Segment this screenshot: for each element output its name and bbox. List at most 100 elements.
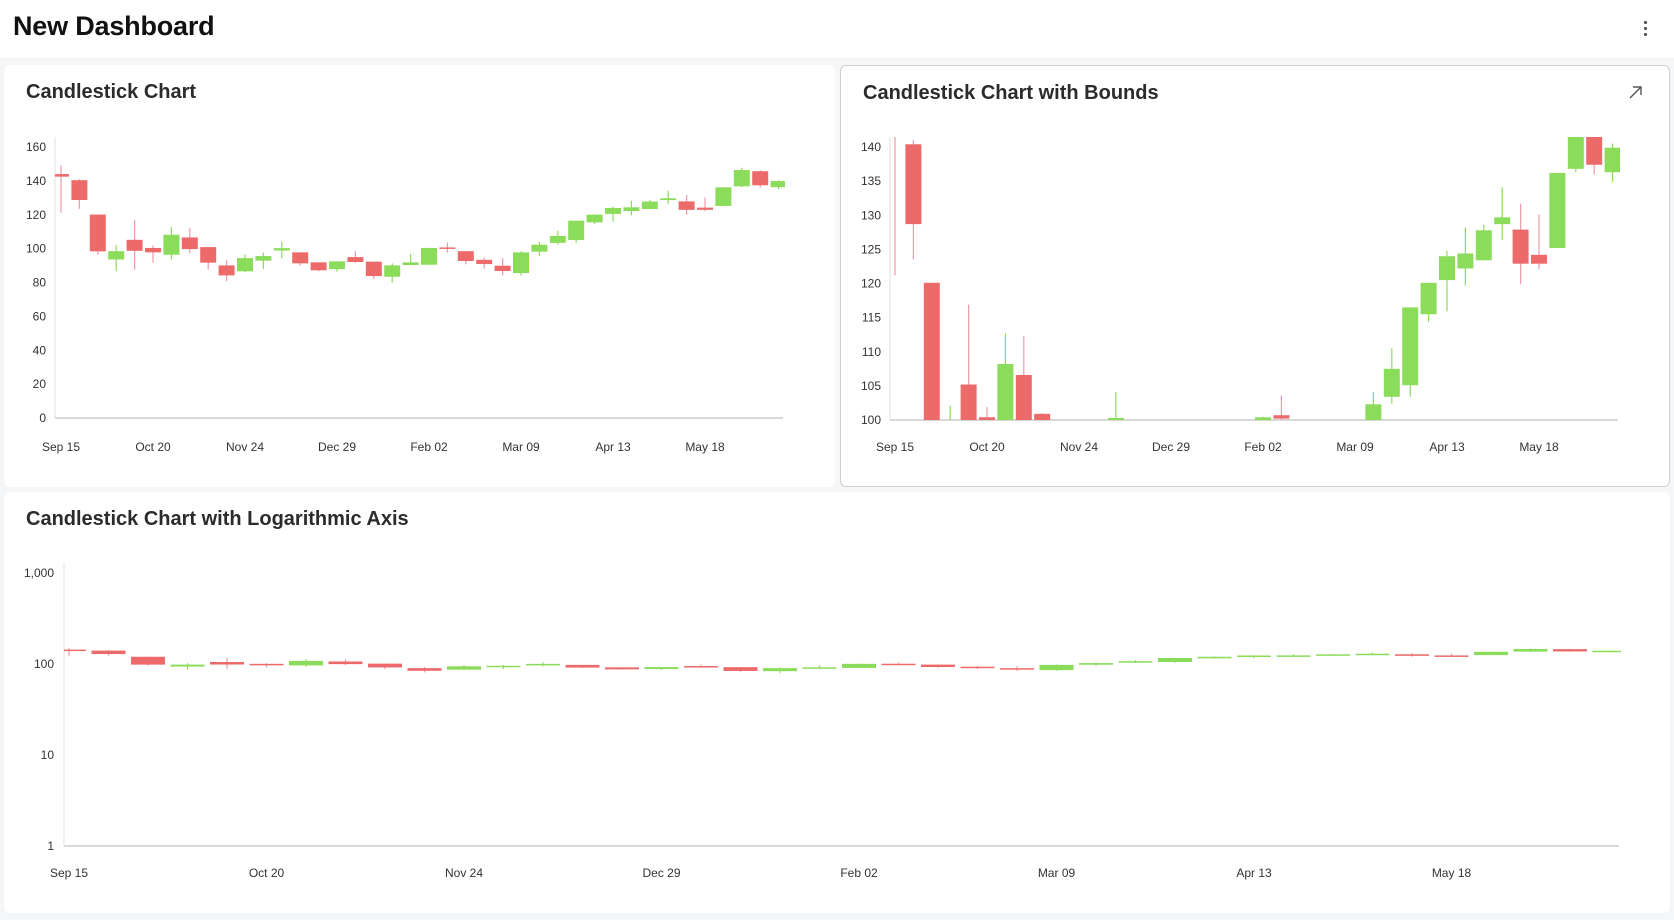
- candle-body: [368, 663, 402, 668]
- candle: [1079, 662, 1113, 666]
- candle-body: [1218, 488, 1234, 534]
- x-tick-label: May 18: [685, 440, 725, 454]
- candle-body: [1434, 655, 1469, 657]
- candle: [605, 206, 621, 222]
- candle-body: [1512, 229, 1529, 264]
- x-tick-label: Oct 20: [135, 440, 171, 454]
- x-tick-label: Apr 13: [595, 440, 631, 454]
- candle: [476, 257, 493, 269]
- candle: [565, 664, 600, 669]
- candle-body: [273, 248, 290, 251]
- candle-body: [1355, 653, 1390, 656]
- y-tick-label: 160: [26, 140, 46, 154]
- x-tick-label: Apr 13: [1236, 866, 1272, 880]
- candle: [960, 666, 995, 670]
- candle-body: [526, 663, 560, 666]
- candle-body: [923, 282, 940, 420]
- candle-body: [347, 257, 364, 263]
- candle-body: [623, 207, 640, 212]
- candle-body: [1567, 137, 1584, 169]
- x-tick-label: Nov 24: [445, 866, 483, 880]
- candle: [1200, 473, 1216, 544]
- candle: [715, 187, 732, 206]
- chart-2: 1 10 100 1,000 Sep 15 Oct 20 Nov 24 Dec 29 Feb 0…: [24, 563, 1621, 880]
- candle-body: [163, 234, 180, 255]
- candle-body: [494, 265, 511, 271]
- candle-body: [439, 247, 456, 249]
- candle-body: [1457, 253, 1474, 269]
- candle-body: [181, 237, 198, 250]
- candle: [89, 214, 106, 256]
- candle: [568, 220, 585, 243]
- candle-body: [881, 663, 916, 666]
- candle: [71, 179, 88, 209]
- candle: [923, 282, 940, 420]
- x-tick-label: May 18: [1432, 866, 1472, 880]
- candle-body: [887, 120, 903, 130]
- candle: [170, 663, 205, 670]
- candle-body: [200, 247, 217, 263]
- candle-body: [402, 262, 419, 266]
- candle-body: [586, 214, 603, 223]
- candle: [218, 260, 235, 282]
- y-tick-label: 40: [33, 343, 47, 357]
- candle: [881, 662, 916, 666]
- x-tick-label: Sep 15: [876, 440, 914, 454]
- candle-body: [1237, 475, 1253, 486]
- candle-body: [1039, 664, 1074, 671]
- candle-body: [605, 667, 639, 670]
- candle: [733, 167, 750, 188]
- candle-body: [1420, 282, 1437, 315]
- candle-body: [145, 247, 161, 253]
- y-tick-label: 105: [861, 379, 881, 393]
- candle-body: [1145, 475, 1161, 507]
- candle-body: [752, 171, 769, 186]
- candle: [289, 659, 323, 667]
- candle: [697, 197, 713, 212]
- candle: [1107, 392, 1124, 420]
- candle: [126, 220, 143, 270]
- candle: [1015, 336, 1032, 420]
- candle-body: [170, 664, 205, 667]
- x-tick-label: Oct 20: [969, 440, 1005, 454]
- candle-body: [131, 656, 165, 665]
- candle-body: [1181, 454, 1197, 474]
- y-tick-label: 110: [862, 345, 881, 359]
- candle: [1513, 648, 1548, 652]
- candle-body: [421, 247, 437, 265]
- x-tick-label: Mar 09: [1038, 866, 1076, 880]
- candle: [1329, 458, 1345, 528]
- x-tick-label: Nov 24: [1060, 440, 1098, 454]
- candle-body: [218, 265, 235, 276]
- candle-body: [1163, 471, 1179, 502]
- candle: [347, 251, 364, 263]
- candle-body: [237, 258, 253, 272]
- candle-body: [328, 661, 363, 665]
- candle-body: [1402, 307, 1419, 386]
- candle-body: [1200, 473, 1216, 531]
- candle: [368, 663, 402, 670]
- candle-body: [770, 181, 785, 188]
- x-tick-label: Oct 20: [249, 866, 285, 880]
- candle: [1053, 467, 1069, 552]
- candle-body: [531, 244, 548, 252]
- candle-body: [1553, 649, 1587, 652]
- candle-body: [733, 170, 750, 187]
- candle-body: [1276, 655, 1311, 657]
- charts-layer: 0 20 40 60 80 100 120 140 160 Sep 15 Oct 20 Nov 24 D…: [24, 120, 1621, 880]
- candle: [526, 662, 560, 667]
- candle: [407, 666, 442, 673]
- x-tick-label: Dec 29: [318, 440, 356, 454]
- candle: [384, 263, 401, 283]
- candle: [329, 261, 345, 272]
- candle: [684, 664, 718, 668]
- x-tick-label: Mar 09: [502, 440, 540, 454]
- candle: [131, 656, 165, 666]
- candle: [1512, 203, 1529, 285]
- candle: [1549, 172, 1566, 249]
- candle-body: [1015, 374, 1032, 420]
- y-tick-label: 120: [26, 208, 46, 222]
- candle: [921, 664, 955, 668]
- candle: [1316, 654, 1350, 656]
- candle: [1604, 143, 1620, 182]
